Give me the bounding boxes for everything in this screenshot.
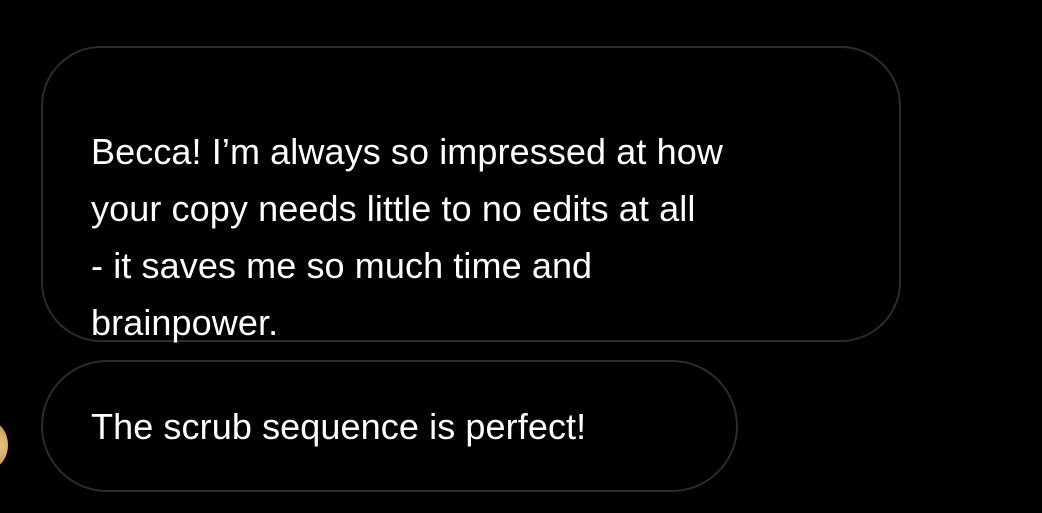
sender-avatar[interactable] [0, 422, 8, 468]
message-bubble[interactable]: The scrub sequence is perfect! [41, 360, 738, 492]
message-text: The scrub sequence is perfect! [91, 406, 587, 447]
message-text-line: brainpower. [91, 302, 279, 343]
message-text-line: your copy needs little to no edits at al… [91, 188, 696, 229]
message-text-line: - it saves me so much time and [91, 245, 593, 286]
message-thread: Becca! I’m always so impressed at how yo… [0, 0, 1042, 513]
message-bubble[interactable]: Becca! I’m always so impressed at how yo… [41, 46, 901, 343]
message-text-line: Becca! I’m always so impressed at how [91, 131, 723, 172]
